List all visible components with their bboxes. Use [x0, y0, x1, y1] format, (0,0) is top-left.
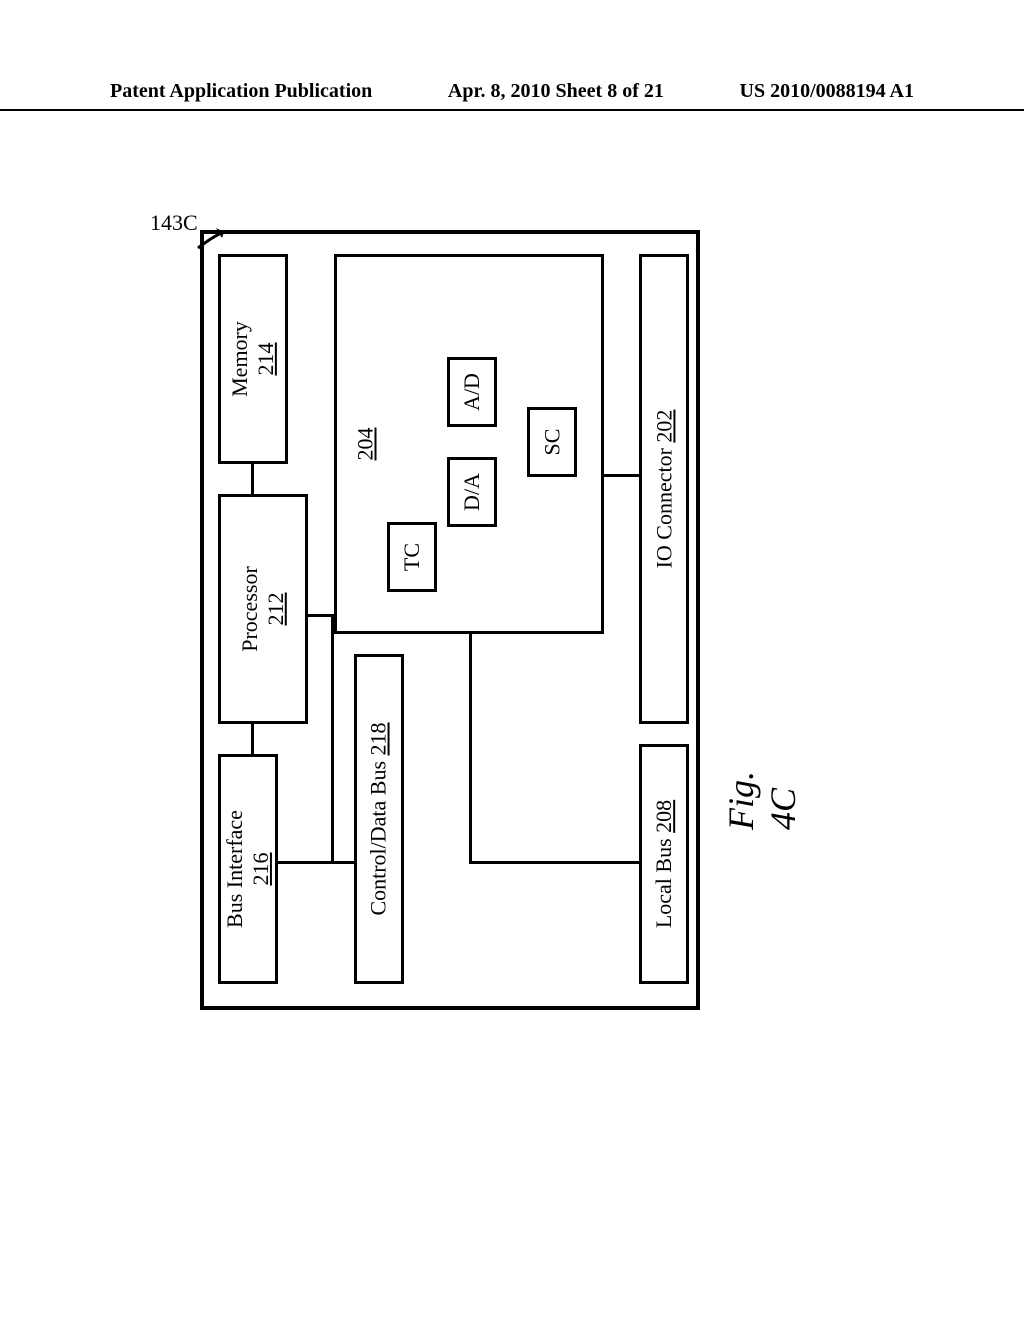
connector-line [604, 474, 639, 477]
header-right: US 2010/0088194 A1 [740, 80, 914, 103]
figure-label: Fig. 4C [720, 771, 804, 830]
processor-block: Processor212 [218, 494, 308, 724]
control-data-bus-label: Control/Data Bus 218 [366, 722, 392, 915]
connector-line [251, 724, 254, 754]
connector-line [469, 861, 639, 864]
page-header: Patent Application Publication Apr. 8, 2… [0, 80, 1024, 111]
connector-line [251, 464, 254, 494]
da-block: D/A [447, 457, 497, 527]
reference-number: 143C [150, 210, 198, 236]
ad-label: A/D [459, 373, 485, 411]
memory-label: Memory214 [227, 321, 279, 397]
sc-label: SC [539, 429, 565, 456]
connector-line [278, 861, 354, 864]
connector-line [331, 614, 334, 864]
ad-block: A/D [447, 357, 497, 427]
tc-block: TC [387, 522, 437, 592]
io-connector-label: IO Connector 202 [651, 410, 677, 569]
diagram: 143C IO Connector 202 204 SC [150, 210, 760, 1010]
sc-block: SC [527, 407, 577, 477]
tc-label: TC [399, 543, 425, 571]
local-bus-block: Local Bus 208 [639, 744, 689, 984]
bus-interface-block: Bus Interface216 [218, 754, 278, 984]
submodule-num: 204 [353, 428, 379, 461]
bus-interface-label: Bus Interface216 [222, 810, 274, 928]
control-data-bus-block: Control/Data Bus 218 [354, 654, 404, 984]
header-middle: Apr. 8, 2010 Sheet 8 of 21 [448, 80, 664, 103]
connector-line [469, 634, 472, 864]
memory-block: Memory214 [218, 254, 288, 464]
header-left: Patent Application Publication [110, 80, 372, 103]
local-bus-label: Local Bus 208 [651, 800, 677, 928]
da-label: D/A [459, 473, 485, 511]
submodule-block: 204 SC A/D D/A TC [334, 254, 604, 634]
page: Patent Application Publication Apr. 8, 2… [0, 0, 1024, 1320]
processor-label: Processor212 [237, 566, 289, 652]
outer-box: IO Connector 202 204 SC A/D D/A [200, 230, 700, 1010]
io-connector-block: IO Connector 202 [639, 254, 689, 724]
